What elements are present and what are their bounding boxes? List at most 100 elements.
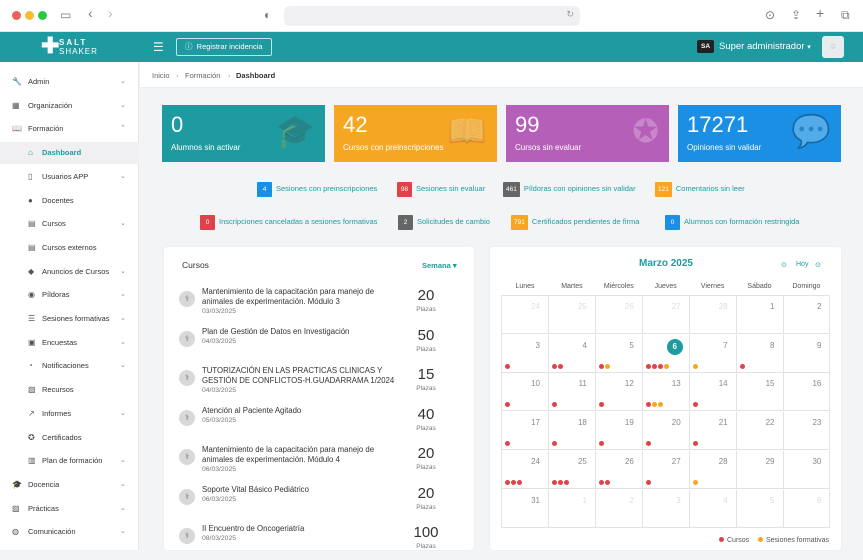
sidebar-item-informes[interactable]: ↗ Informes ⌄ [0, 403, 139, 425]
stat-card-opiniones-sin-validar[interactable]: 17271 Opiniones sin validar 💬 [678, 105, 841, 162]
close-window-button[interactable] [12, 11, 21, 20]
calendar-day-cell[interactable]: 15 [736, 373, 784, 412]
calendar-day-cell[interactable]: 30 [783, 450, 831, 489]
user-menu[interactable]: Super administrador ▾ [719, 41, 811, 52]
calendar-day-cell[interactable]: 9 [783, 334, 831, 373]
sidebar-item-sesiones-formativas[interactable]: ☰ Sesiones formativas ⌄ [0, 308, 139, 330]
breadcrumb-inicio[interactable]: Inicio [152, 71, 170, 80]
calendar-day-cell[interactable]: 27 [642, 450, 690, 489]
calendar-day-cell[interactable]: 12 [595, 373, 643, 412]
course-row[interactable]: ⚕ Mantenimiento de la capacitación para m… [176, 287, 466, 323]
course-event-dot[interactable] [598, 363, 604, 369]
course-event-dot[interactable] [645, 479, 651, 485]
calendar-day-cell[interactable]: 5 [595, 334, 643, 373]
course-event-dot[interactable] [505, 479, 510, 485]
calendar-prev-icon[interactable]: ⊙ [781, 261, 787, 269]
course-event-dot[interactable] [551, 441, 557, 447]
course-event-dot[interactable] [598, 479, 604, 485]
sidebar-item-docentes[interactable]: ● Docentes [0, 190, 139, 212]
counter-solicitudes-de-cambio[interactable]: 2 Solicitudes de cambio [398, 214, 490, 230]
counter-certificados-pendientes-de-firma[interactable]: 791 Certificados pendientes de firma [511, 214, 639, 230]
course-event-dot[interactable] [511, 479, 516, 485]
counter-inscripciones-canceladas-a-sesiones-formativas[interactable]: 0 Inscripciones canceladas a sesiones for… [200, 214, 377, 230]
calendar-next-icon[interactable]: ⊙ [815, 261, 821, 269]
course-event-dot[interactable] [692, 441, 698, 447]
course-row[interactable]: ⚕ Plan de Gestión de Datos en Investigaci… [176, 327, 466, 363]
course-event-dot[interactable] [551, 479, 557, 485]
maximize-window-button[interactable] [38, 11, 47, 20]
sidebar-item-usuarios-app[interactable]: ▯ Usuarios APP ⌄ [0, 166, 139, 188]
course-event-dot[interactable] [692, 402, 698, 408]
period-dropdown[interactable]: Semana ▾ [422, 261, 457, 270]
register-incident-button[interactable]: ⓘ Registrar incidencia [176, 38, 272, 56]
calendar-day-cell[interactable]: 10 [502, 373, 549, 412]
minimize-window-button[interactable] [25, 11, 34, 20]
stat-card-cursos-sin-evaluar[interactable]: 99 Cursos sin evaluar ✪ [506, 105, 669, 162]
session-event-dot[interactable] [604, 363, 610, 369]
sidebar-item-certificados[interactable]: ✪ Certificados [0, 427, 139, 449]
course-event-dot[interactable] [557, 363, 563, 369]
calendar-day-cell[interactable]: 14 [689, 373, 737, 412]
course-event-dot[interactable] [557, 479, 563, 485]
course-event-dot[interactable] [739, 363, 745, 369]
sidebar-item-formacion[interactable]: 📖 Formación ⌃ [0, 118, 139, 140]
sidebar-item-docencia[interactable]: 🎓 Docencia ⌄ [0, 474, 139, 496]
calendar-day-cell[interactable]: 3 [502, 334, 549, 373]
calendar-day-cell[interactable]: 6 [642, 334, 690, 373]
session-event-dot[interactable] [692, 363, 698, 369]
sidebar-item-plan-de-formacion[interactable]: ▥ Plan de formación ⌄ [0, 450, 139, 472]
calendar-day-cell[interactable]: 4 [689, 489, 737, 528]
course-row[interactable]: ⚕ TUTORIZACIÓN EN LAS PRACTICAS CLINICAS … [176, 366, 466, 402]
session-event-dot[interactable] [692, 479, 698, 485]
calendar-day-cell[interactable]: 4 [548, 334, 596, 373]
address-bar[interactable]: ↻ [284, 6, 580, 26]
calendar-day-cell[interactable]: 28 [689, 450, 737, 489]
course-event-dot[interactable] [505, 441, 510, 447]
calendar-day-cell[interactable]: 16 [783, 373, 831, 412]
course-event-dot[interactable] [645, 363, 651, 369]
reload-icon[interactable]: ↻ [566, 9, 574, 20]
course-event-dot[interactable] [604, 479, 610, 485]
forward-arrow-icon[interactable]: › [108, 6, 113, 20]
course-event-dot[interactable] [517, 479, 522, 485]
sidebar-item-organizacion[interactable]: ▦ Organización ⌄ [0, 95, 139, 117]
sidebar-item-dashboard[interactable]: ⌂ Dashboard [0, 142, 139, 165]
course-row[interactable]: ⚕ Mantenimiento de la capacitación para m… [176, 445, 466, 481]
session-event-dot[interactable] [663, 363, 669, 369]
session-event-dot[interactable] [651, 402, 657, 408]
counter-sesiones-sin-evaluar[interactable]: 98 Sesiones sin evaluar [397, 181, 485, 197]
calendar-day-cell[interactable]: 18 [548, 412, 596, 451]
calendar-day-cell[interactable]: 24 [502, 450, 549, 489]
calendar-day-cell[interactable]: 2 [595, 489, 643, 528]
calendar-day-cell[interactable]: 25 [548, 296, 596, 334]
calendar-day-cell[interactable]: 25 [548, 450, 596, 489]
hamburger-menu-icon[interactable]: ☰ [153, 40, 164, 54]
course-event-dot[interactable] [598, 441, 604, 447]
course-event-dot[interactable] [551, 363, 557, 369]
calendar-day-cell[interactable]: 28 [689, 296, 737, 334]
counter-comentarios-sin-leer[interactable]: 121 Comentarios sin leer [655, 181, 745, 197]
calendar-day-cell[interactable]: 7 [689, 334, 737, 373]
counter-sesiones-con-preinscripciones[interactable]: 4 Sesiones con preinscripciones [257, 181, 377, 197]
download-icon[interactable]: ⊙ [765, 8, 775, 22]
calendar-day-cell[interactable]: 21 [689, 412, 737, 451]
course-event-dot[interactable] [563, 479, 569, 485]
calendar-day-cell[interactable]: 3 [642, 489, 690, 528]
sidebar-item-encuestas[interactable]: ▣ Encuestas ⌄ [0, 332, 139, 354]
calendar-day-cell[interactable]: 17 [502, 412, 549, 451]
calendar-day-cell[interactable]: 22 [736, 412, 784, 451]
stat-card-cursos-con-preinscripciones[interactable]: 42 Cursos con preinscripciones 📖 [334, 105, 497, 162]
calendar-day-cell[interactable]: 31 [502, 489, 549, 528]
new-tab-icon[interactable]: + [816, 6, 824, 20]
calendar-day-cell[interactable]: 2 [783, 296, 831, 334]
course-event-dot[interactable] [645, 402, 651, 408]
course-event-dot[interactable] [551, 402, 557, 408]
course-event-dot[interactable] [657, 363, 663, 369]
calendar-day-cell[interactable]: 19 [595, 412, 643, 451]
session-event-dot[interactable] [657, 402, 663, 408]
calendar-day-cell[interactable]: 8 [736, 334, 784, 373]
counter-pildoras-con-opiniones-sin-validar[interactable]: 461 Píldoras con opiniones sin validar [503, 181, 636, 197]
tabs-overview-icon[interactable]: ⧉ [841, 8, 850, 22]
course-event-dot[interactable] [651, 363, 657, 369]
avatar[interactable]: ☺ [822, 36, 844, 58]
